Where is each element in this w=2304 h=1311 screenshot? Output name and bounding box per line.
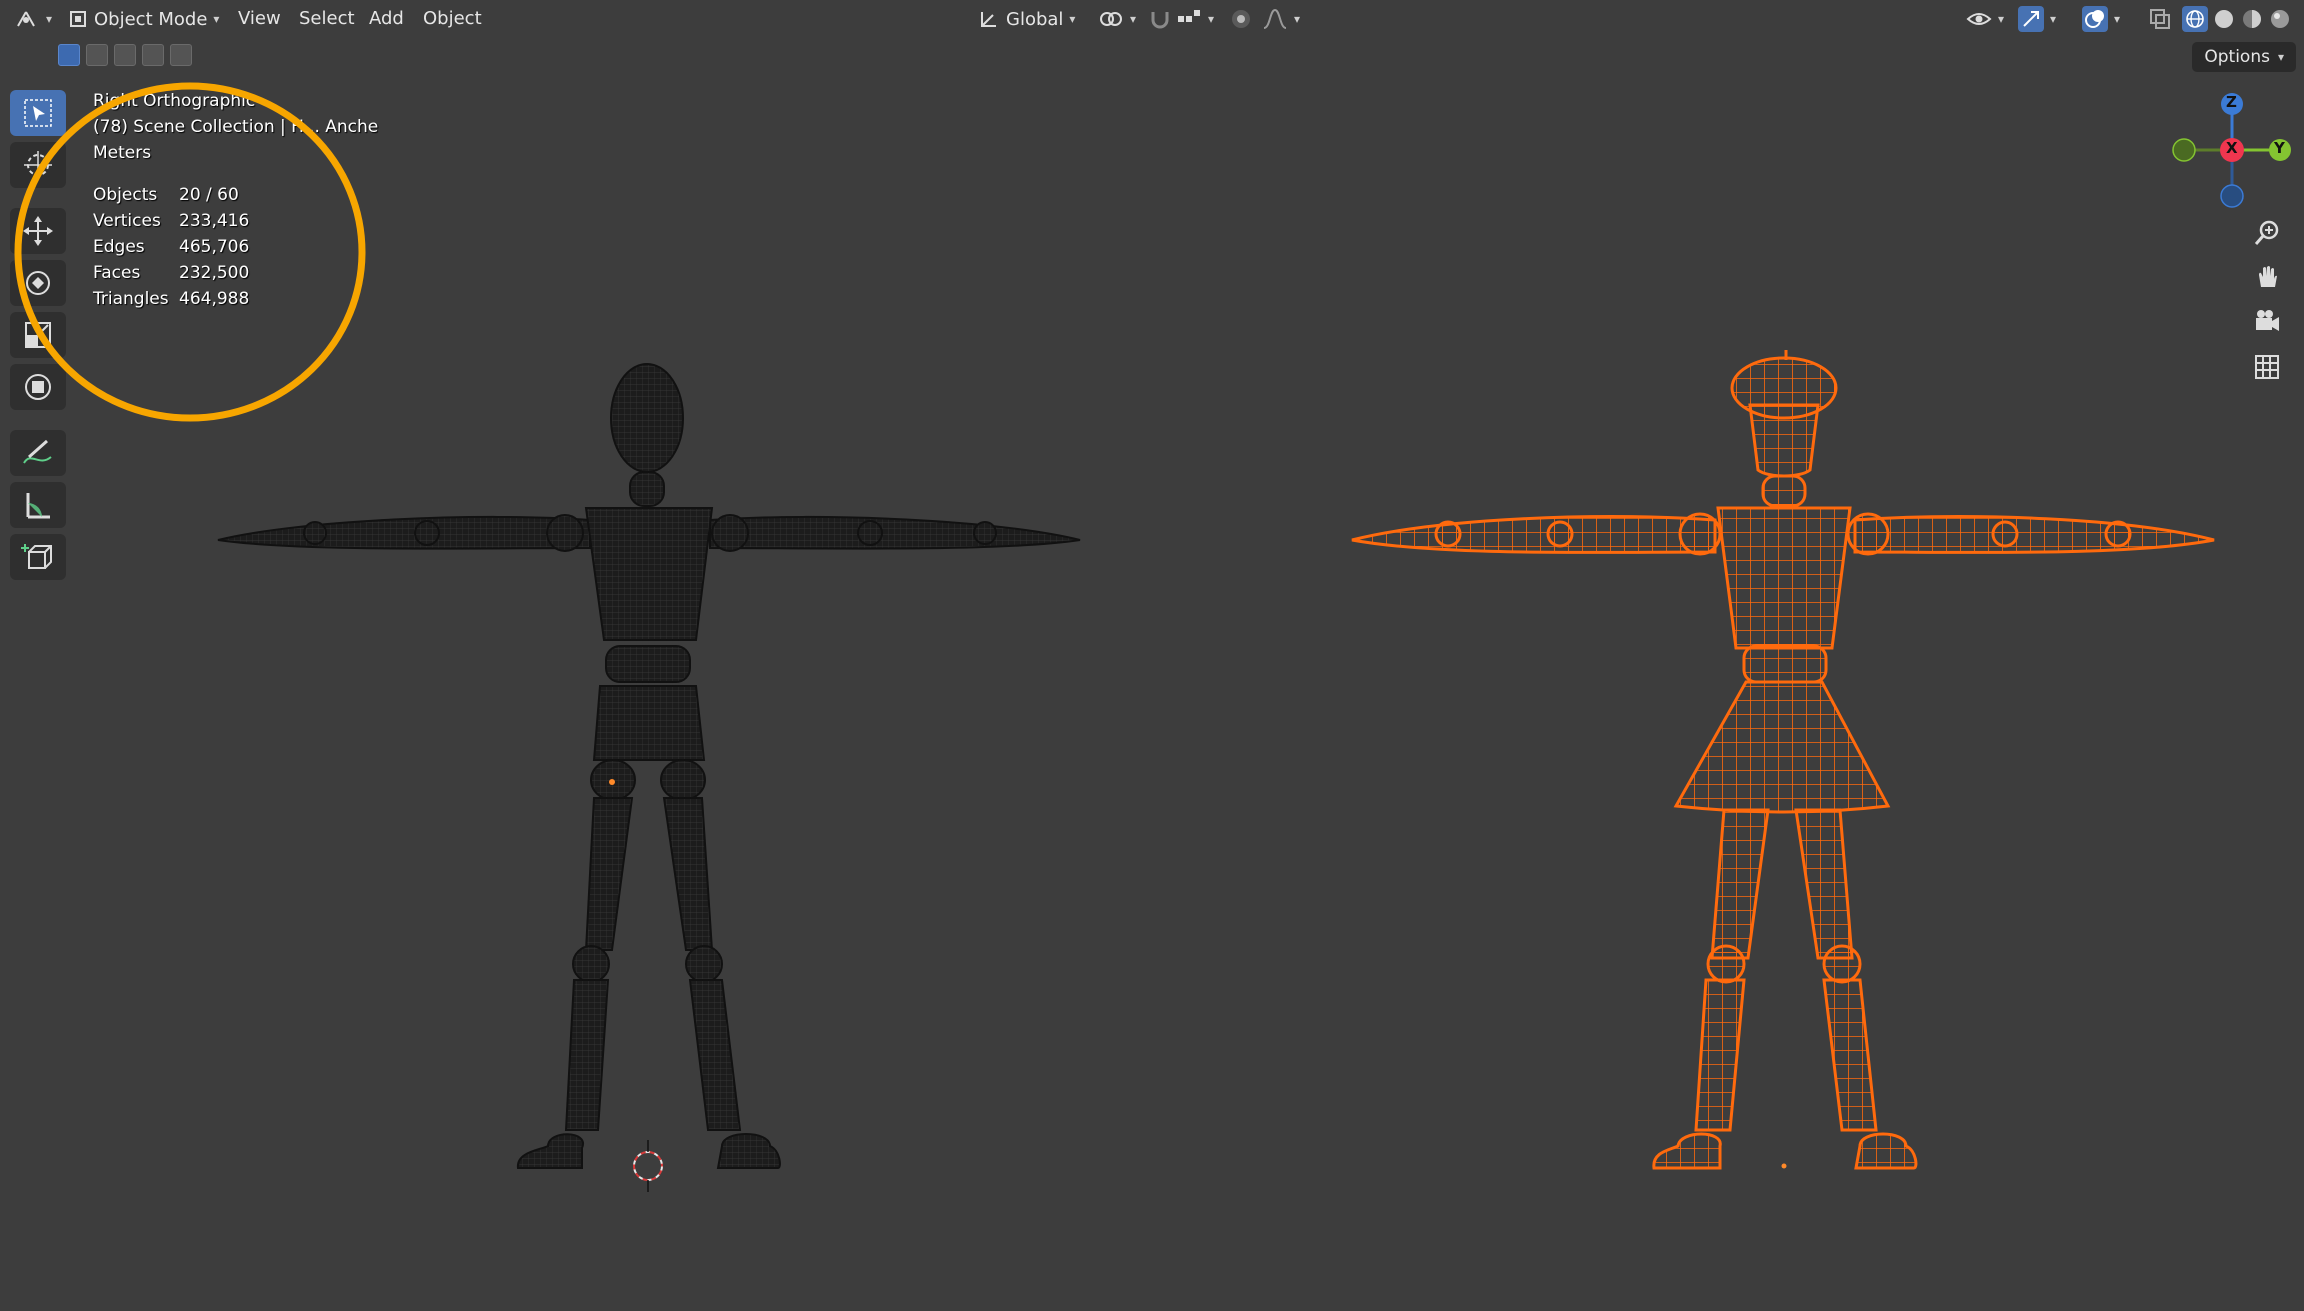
stat-edges: Edges 465,706 (93, 237, 250, 257)
collection-line: (78) Scene Collection | H... Anche (93, 117, 379, 137)
stat-objects: Objects 20 / 60 (93, 185, 239, 205)
camera-view-button[interactable] (2246, 300, 2288, 342)
gizmo-x-label: X (2226, 139, 2238, 157)
stat-faces: Faces 232,500 (93, 263, 250, 283)
pan-button[interactable] (2246, 256, 2288, 298)
selected-character-wireframe[interactable] (1351, 350, 2215, 1170)
hand-icon (2259, 266, 2277, 287)
3d-cursor[interactable] (633, 1140, 663, 1192)
zoom-icon (2254, 220, 2279, 245)
mannequin-model[interactable] (217, 363, 1081, 1169)
stat-vertices: Vertices 233,416 (93, 211, 250, 231)
gizmo-neg-y-axis[interactable] (2172, 138, 2196, 162)
stat-triangles: Triangles 464,988 (93, 289, 250, 309)
gizmo-y-label: Y (2274, 139, 2285, 157)
camera-icon (2256, 310, 2279, 331)
orthographic-toggle-button[interactable] (2246, 346, 2288, 388)
origin-point (609, 779, 615, 785)
units-label: Meters (93, 143, 152, 163)
zoom-button[interactable] (2246, 212, 2288, 254)
gizmo-z-label: Z (2226, 93, 2237, 111)
grid-icon (2255, 355, 2279, 379)
gizmo-neg-z-axis[interactable] (2220, 184, 2244, 208)
viewport-text-info: Right Orthographic (78) Scene Collection… (93, 88, 378, 312)
view-name: Right Orthographic (93, 91, 256, 111)
selected-origin-point (1781, 1163, 1787, 1169)
